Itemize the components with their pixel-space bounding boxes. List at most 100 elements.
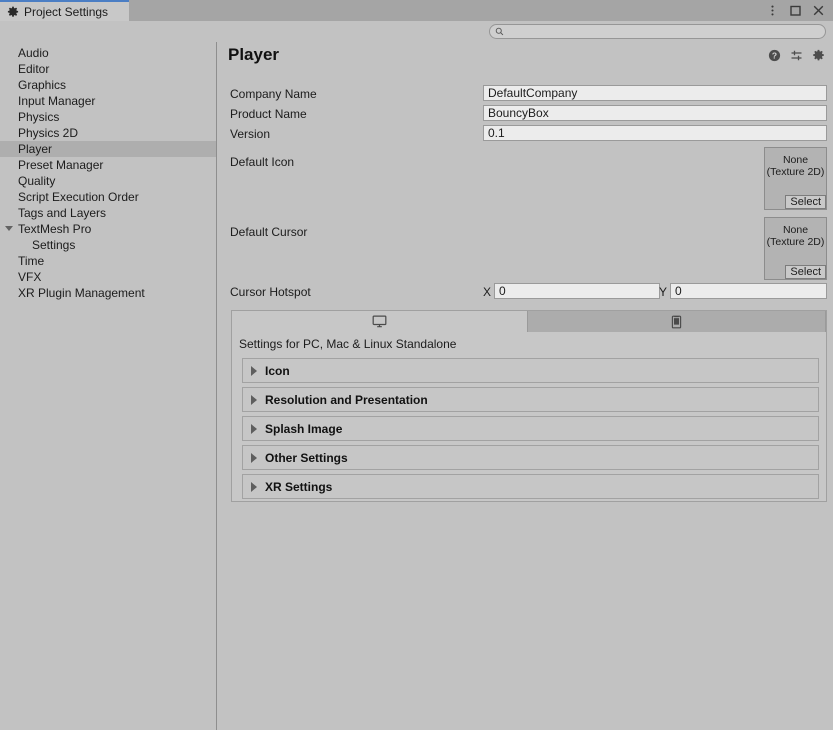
company-name-label: Company Name [230,87,317,101]
sidebar-item-label: Physics [18,110,60,124]
chevron-right-icon [251,423,257,434]
field-product-name: Product Name [218,105,833,125]
svg-text:?: ? [772,51,777,61]
foldout-icon[interactable]: Icon [242,358,819,383]
field-company-name: Company Name [218,85,833,105]
cursor-hotspot-y-input[interactable] [670,283,827,299]
default-cursor-object-field[interactable]: None (Texture 2D) Select [764,217,827,280]
chevron-down-icon[interactable] [5,226,13,231]
sidebar-item-label: Tags and Layers [18,206,107,220]
sidebar-item-time[interactable]: Time [0,253,216,269]
sidebar-item-audio[interactable]: Audio [0,45,216,61]
search-input[interactable] [508,25,808,38]
field-default-cursor: Default Cursor [218,223,833,243]
maximize-icon[interactable] [789,4,802,17]
default-icon-select-button[interactable]: Select [785,195,826,209]
sidebar-item-label: Physics 2D [18,126,79,140]
cursor-hotspot-label: Cursor Hotspot [230,285,311,299]
chevron-right-icon [251,452,257,463]
chevron-right-icon [251,394,257,405]
sidebar-item-textmesh-pro[interactable]: TextMesh Pro [0,221,216,237]
android-device-icon [671,315,682,329]
close-icon[interactable] [812,4,825,17]
default-cursor-label: Default Cursor [230,225,308,239]
preset-icon[interactable] [790,49,803,62]
platform-tab-standalone[interactable] [232,311,528,332]
search-icon [495,27,504,36]
default-icon-label: Default Icon [230,155,295,169]
chevron-right-icon [251,365,257,376]
sidebar-item-preset-manager[interactable]: Preset Manager [0,157,216,173]
page-header-icons: ? [768,49,825,62]
sidebar-item-physics[interactable]: Physics [0,109,216,125]
tab-label: Project Settings [24,4,109,19]
tab-project-settings[interactable]: Project Settings [0,0,129,21]
window-tab-bar: Project Settings [0,0,833,21]
sidebar-item-input-manager[interactable]: Input Manager [0,93,216,109]
product-name-label: Product Name [230,107,307,121]
foldout-splash-image[interactable]: Splash Image [242,416,819,441]
sidebar-item-label: Script Execution Order [18,190,139,204]
version-input[interactable] [483,125,827,141]
more-options-icon[interactable] [766,4,779,17]
sidebar-item-settings[interactable]: Settings [0,237,216,253]
sidebar-item-vfx[interactable]: VFX [0,269,216,285]
sidebar-item-label: TextMesh Pro [18,222,92,236]
cursor-hotspot-x-label: X [483,285,492,299]
chevron-right-icon [251,481,257,492]
foldout-label: Splash Image [265,421,343,436]
platform-tab-android[interactable] [528,311,826,332]
platform-settings-panel: Settings for PC, Mac & Linux Standalone … [231,310,827,502]
foldout-label: Other Settings [265,450,348,465]
foldout-label: Resolution and Presentation [265,392,428,407]
settings-category-sidebar[interactable]: Audio Editor Graphics Input Manager Physics P… [0,42,217,730]
field-version: Version [218,125,833,145]
player-settings-content: Player ? Company Name DefaultCompany Pro… [218,42,833,730]
sidebar-item-script-execution-order[interactable]: Script Execution Order [0,189,216,205]
help-icon[interactable]: ? [768,49,781,62]
foldout-resolution-and-presentation[interactable]: Resolution and Presentation [242,387,819,412]
sidebar-item-label: XR Plugin Management [18,286,145,300]
window-controls [766,0,825,21]
sidebar-item-label: Time [18,254,45,268]
sidebar-item-graphics[interactable]: Graphics [0,77,216,93]
search-box[interactable] [489,24,826,39]
version-label: Version [230,127,271,141]
sidebar-item-label: Input Manager [18,94,96,108]
sidebar-item-physics-2d[interactable]: Physics 2D [0,125,216,141]
foldout-other-settings[interactable]: Other Settings [242,445,819,470]
sidebar-item-player[interactable]: Player [0,141,216,157]
project-settings-window: Project Settings Audio Editor Graphics I… [0,0,833,730]
gear-icon [7,6,19,18]
search-row [0,21,833,42]
product-name-input[interactable] [483,105,827,121]
company-name-input[interactable] [483,85,827,101]
sidebar-item-editor[interactable]: Editor [0,61,216,77]
sidebar-item-label: Preset Manager [18,158,104,172]
sidebar-item-tags-and-layers[interactable]: Tags and Layers [0,205,216,221]
settings-gear-icon[interactable] [812,49,825,62]
foldout-label: XR Settings [265,479,333,494]
field-cursor-hotspot: Cursor Hotspot X Y [218,283,833,303]
sidebar-item-quality[interactable]: Quality [0,173,216,189]
sidebar-item-label: Player [18,142,53,156]
sidebar-item-label: Graphics [18,78,67,92]
sidebar-item-label: Editor [18,62,50,76]
cursor-hotspot-x-input[interactable] [494,283,660,299]
default-cursor-select-button[interactable]: Select [785,265,826,279]
default-icon-object-text: None (Texture 2D) [766,154,825,178]
platform-tab-bar [232,311,826,332]
field-default-icon: Default Icon [218,153,833,173]
cursor-hotspot-y-label: Y [659,285,668,299]
platform-caption: Settings for PC, Mac & Linux Standalone [239,337,457,351]
foldout-label: Icon [265,363,290,378]
sidebar-item-xr-plugin-management[interactable]: XR Plugin Management [0,285,216,301]
sidebar-item-label: Quality [18,174,56,188]
page-header: Player ? [218,42,833,70]
foldout-xr-settings[interactable]: XR Settings [242,474,819,499]
default-cursor-object-text: None (Texture 2D) [766,224,825,248]
sidebar-item-label: Settings [32,238,76,252]
sidebar-item-label: Audio [18,46,49,60]
page-title: Player [228,45,280,64]
default-icon-object-field[interactable]: None (Texture 2D) Select [764,147,827,210]
